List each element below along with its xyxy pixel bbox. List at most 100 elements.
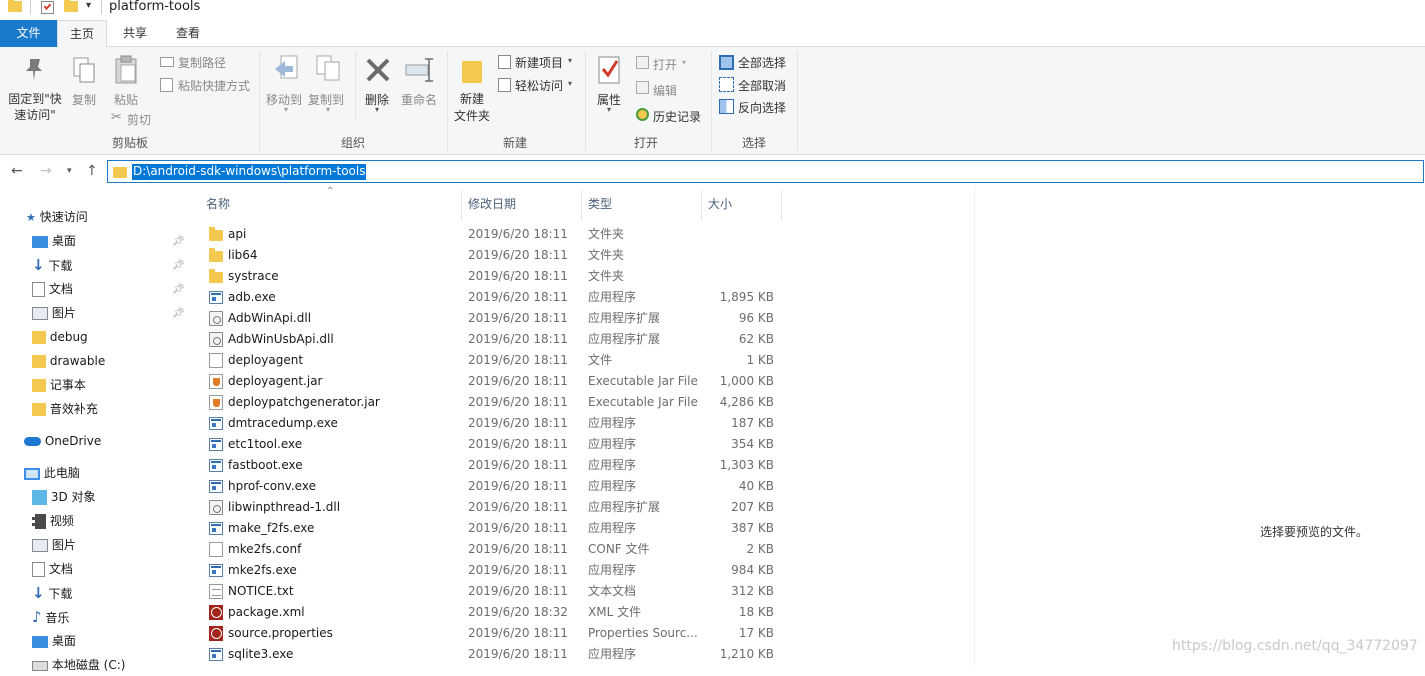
- video-icon: [32, 514, 46, 529]
- column-header-size[interactable]: 大小: [702, 190, 782, 220]
- table-row[interactable]: adb.exe 2019/6/20 18:11 应用程序 1,895 KB: [188, 287, 978, 308]
- table-row[interactable]: source.properties 2019/6/20 18:11 Properti…: [188, 623, 978, 644]
- table-row[interactable]: make_f2fs.exe 2019/6/20 18:11 应用程序 387 KB: [188, 518, 978, 539]
- column-header-name[interactable]: 名称: [200, 190, 462, 220]
- ribbon: 固定到"快速访问" 复制 粘贴 复制路径 粘贴快捷方式 ✂ 剪切 剪贴板 移动到…: [0, 47, 1425, 155]
- new-folder-icon: [462, 61, 482, 83]
- navigation-pane: ★ 快速访问 桌面 📌︎ ↓ 下载 📌︎ 文档 📌︎ 图片 📌︎ debug d…: [0, 186, 188, 672]
- divider: [259, 51, 260, 151]
- sidebar-item-sound-effects[interactable]: 音效补充: [32, 398, 98, 420]
- divider: [355, 51, 356, 121]
- table-row[interactable]: hprof-conv.exe 2019/6/20 18:11 应用程序 40 KB: [188, 476, 978, 497]
- table-row[interactable]: sqlite3.exe 2019/6/20 18:11 应用程序 1,210 KB: [188, 644, 978, 665]
- table-row[interactable]: libwinpthread-1.dll 2019/6/20 18:11 应用程序扩展…: [188, 497, 978, 518]
- tab-home[interactable]: 主页: [57, 20, 107, 48]
- pin-icon[interactable]: 📌︎: [172, 260, 185, 271]
- sidebar-quick-access[interactable]: ★ 快速访问: [26, 206, 88, 228]
- recent-locations-chevron-icon[interactable]: ▾: [67, 166, 72, 176]
- sidebar-item-drawable[interactable]: drawable: [32, 350, 105, 372]
- exe-file-icon: [209, 459, 223, 472]
- divider: [711, 51, 712, 151]
- table-row[interactable]: package.xml 2019/6/20 18:32 XML 文件 18 KB: [188, 602, 978, 623]
- paste-shortcut-icon: [160, 78, 173, 92]
- desktop-icon: [32, 235, 48, 248]
- folder-icon: [32, 403, 46, 416]
- sidebar-item-documents[interactable]: 文档: [32, 278, 73, 300]
- tab-view[interactable]: 查看: [162, 20, 214, 47]
- file-size: 40 KB: [738, 479, 774, 493]
- sidebar-this-pc[interactable]: 此电脑: [24, 462, 80, 484]
- exe-file-icon: [209, 564, 223, 577]
- table-row[interactable]: api 2019/6/20 18:11 文件夹: [188, 224, 978, 245]
- sidebar-item-pc-documents[interactable]: 文档: [32, 558, 73, 580]
- sidebar-item-pc-pictures[interactable]: 图片: [32, 534, 76, 556]
- sidebar-item-pc-downloads[interactable]: ↓ 下载: [32, 582, 72, 604]
- pin-icon[interactable]: 📌︎: [172, 236, 185, 247]
- table-row[interactable]: mke2fs.conf 2019/6/20 18:11 CONF 文件 2 KB: [188, 539, 978, 560]
- table-row[interactable]: deploypatchgenerator.jar 2019/6/20 18:11 E…: [188, 392, 978, 413]
- customize-quick-access-icon[interactable]: ▾: [86, 0, 91, 11]
- back-arrow-icon[interactable]: ←: [11, 163, 23, 179]
- address-bar[interactable]: D:\android-sdk-windows\platform-tools: [107, 160, 1424, 183]
- file-type: XML 文件: [588, 605, 642, 619]
- table-row[interactable]: deployagent 2019/6/20 18:11 文件 1 KB: [188, 350, 978, 371]
- document-icon: [32, 562, 45, 577]
- sidebar-item-notepad[interactable]: 记事本: [32, 374, 86, 396]
- column-header-date[interactable]: 修改日期: [462, 190, 582, 220]
- up-arrow-icon[interactable]: ↑: [86, 163, 98, 179]
- table-row[interactable]: NOTICE.txt 2019/6/20 18:11 文本文档 312 KB: [188, 581, 978, 602]
- new-folder-quick-icon[interactable]: [64, 0, 78, 12]
- file-type: 应用程序扩展: [588, 332, 661, 346]
- file-date: 2019/6/20 18:11: [468, 290, 568, 304]
- document-icon: [32, 282, 45, 297]
- sidebar-item-desktop[interactable]: 桌面: [32, 230, 76, 252]
- sidebar-item-label: 桌面: [51, 634, 76, 648]
- file-name: AdbWinUsbApi.dll: [228, 332, 334, 346]
- file-name: source.properties: [228, 626, 333, 640]
- file-date: 2019/6/20 18:11: [468, 437, 568, 451]
- star-icon: ★: [26, 211, 36, 224]
- cut-label: 剪切: [127, 113, 152, 127]
- sidebar-item-label: 音效补充: [49, 402, 98, 416]
- file-date: 2019/6/20 18:11: [468, 311, 568, 325]
- file-name: api: [228, 227, 247, 241]
- sidebar-item-local-disk-c[interactable]: 本地磁盘 (C:): [32, 654, 125, 676]
- column-header-type[interactable]: 类型: [582, 190, 702, 220]
- jar-file-icon: [209, 374, 223, 389]
- tab-file[interactable]: 文件: [0, 20, 57, 47]
- properties-quick-icon[interactable]: [41, 1, 54, 14]
- sidebar-item-debug[interactable]: debug: [32, 326, 88, 348]
- forward-arrow-icon[interactable]: →: [40, 163, 52, 179]
- table-row[interactable]: AdbWinUsbApi.dll 2019/6/20 18:11 应用程序扩展 62 …: [188, 329, 978, 350]
- folder-icon[interactable]: [8, 0, 22, 12]
- sidebar-item-3d-objects[interactable]: 3D 对象: [32, 486, 96, 508]
- table-row[interactable]: dmtracedump.exe 2019/6/20 18:11 应用程序 187 KB: [188, 413, 978, 434]
- sidebar-item-label: 图片: [51, 538, 76, 552]
- sidebar-onedrive[interactable]: OneDrive: [24, 430, 101, 452]
- new-item-icon: [498, 55, 511, 69]
- address-path[interactable]: D:\android-sdk-windows\platform-tools: [132, 164, 367, 180]
- pin-icon[interactable]: 📌︎: [172, 284, 185, 295]
- folder-icon: [32, 355, 46, 368]
- sidebar-item-music[interactable]: ♪ 音乐: [32, 606, 69, 628]
- sidebar-item-pc-desktop[interactable]: 桌面: [32, 630, 76, 652]
- table-row[interactable]: deployagent.jar 2019/6/20 18:11 Executable…: [188, 371, 978, 392]
- table-row[interactable]: mke2fs.exe 2019/6/20 18:11 应用程序 984 KB: [188, 560, 978, 581]
- file-date: 2019/6/20 18:11: [468, 269, 568, 283]
- sidebar-item-videos[interactable]: 视频: [32, 510, 74, 532]
- folder-file-icon: [209, 269, 223, 283]
- pin-icon[interactable]: 📌︎: [172, 308, 185, 319]
- file-name: deployagent: [228, 353, 304, 367]
- history-label: 历史记录: [653, 110, 702, 124]
- open-icon: [636, 56, 649, 69]
- sidebar-item-pictures[interactable]: 图片: [32, 302, 76, 324]
- table-row[interactable]: lib64 2019/6/20 18:11 文件夹: [188, 245, 978, 266]
- tab-share[interactable]: 共享: [108, 20, 162, 47]
- sidebar-item-downloads[interactable]: ↓ 下载: [32, 254, 72, 276]
- table-row[interactable]: AdbWinApi.dll 2019/6/20 18:11 应用程序扩展 96 KB: [188, 308, 978, 329]
- table-row[interactable]: fastboot.exe 2019/6/20 18:11 应用程序 1,303 KB: [188, 455, 978, 476]
- table-row[interactable]: etc1tool.exe 2019/6/20 18:11 应用程序 354 KB: [188, 434, 978, 455]
- divider: [797, 51, 798, 151]
- new-folder-label: 新建 文件夹: [454, 92, 491, 123]
- table-row[interactable]: systrace 2019/6/20 18:11 文件夹: [188, 266, 978, 287]
